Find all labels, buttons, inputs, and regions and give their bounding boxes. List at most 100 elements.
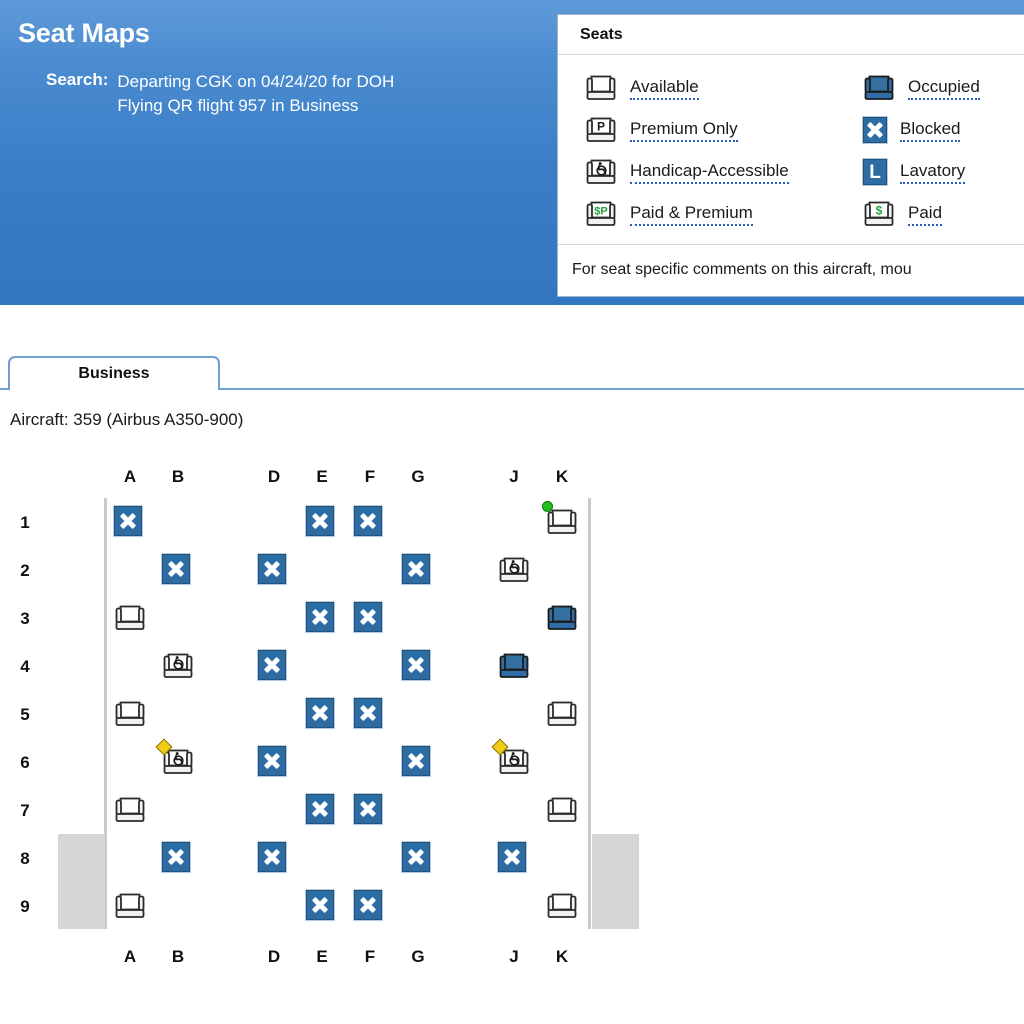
seat-9E[interactable]: [305, 889, 339, 923]
wing-block-right: [592, 834, 639, 929]
seat-occupied-icon: [862, 71, 896, 105]
tab-business[interactable]: Business: [8, 356, 220, 390]
wing-block-left: [58, 834, 105, 929]
seat-paid-and-premium-icon: $P: [584, 197, 618, 231]
seat-5F[interactable]: [353, 697, 387, 731]
seat-6B[interactable]: [155, 738, 195, 779]
seat-6G[interactable]: [401, 745, 435, 779]
seat-2D[interactable]: [257, 553, 291, 587]
seat-5K[interactable]: [545, 697, 579, 731]
seat-3F[interactable]: [353, 601, 387, 635]
seat-2J[interactable]: [497, 553, 531, 587]
x-mark-icon: [119, 512, 137, 530]
legend-body: Available P Premium Only Handicap-Accessibl…: [558, 55, 1024, 245]
seat-9A[interactable]: [113, 889, 147, 923]
legend-footer: For seat specific comments on this aircr…: [558, 245, 1024, 295]
seat-blocked-icon: [353, 697, 383, 729]
seat-blocked-icon: [353, 793, 383, 825]
legend-column-left: Available P Premium Only Handicap-Accessibl…: [584, 67, 789, 235]
seat-8B[interactable]: [161, 841, 195, 875]
seat-blocked-icon: [305, 697, 335, 729]
seat-legend-panel: Seats Available P Premium Only Handicap-Acc…: [557, 14, 1024, 297]
seat-8J[interactable]: [497, 841, 531, 875]
seat-blocked-icon: [161, 841, 191, 873]
seat-map-grid: A A B B D D E E F F G G J J K K 1 2 3 4 5 6 7 8 9: [0, 455, 700, 985]
seat-2B[interactable]: [161, 553, 195, 587]
cabin-wall-right: [588, 498, 591, 929]
seat-7E[interactable]: [305, 793, 339, 827]
x-mark-icon: [263, 848, 281, 866]
legend-item-paid-premium[interactable]: $P Paid & Premium: [584, 193, 789, 235]
seat-handicap-accessible-icon: [155, 738, 195, 779]
seat-blocked-icon: [257, 649, 287, 681]
seat-available-icon: [545, 793, 579, 827]
legend-item-label: Available: [630, 77, 699, 100]
seat-2G[interactable]: [401, 553, 435, 587]
seat-blocked-icon: [161, 553, 191, 585]
seat-8D[interactable]: [257, 841, 291, 875]
column-header-g: G: [411, 947, 425, 966]
legend-item-occupied[interactable]: Occupied: [862, 67, 980, 109]
seat-available-icon: [545, 697, 579, 731]
seat-occupied-icon: [497, 649, 531, 683]
seat-8G[interactable]: [401, 841, 435, 875]
column-header-b: B: [171, 467, 185, 486]
legend-item-label: Blocked: [900, 119, 961, 142]
x-mark-icon: [359, 512, 377, 530]
seat-1F[interactable]: [353, 505, 387, 539]
column-header-e: E: [316, 467, 328, 486]
seat-4B[interactable]: [161, 649, 195, 683]
column-header-g: G: [411, 467, 425, 486]
row-number-7: 7: [20, 801, 30, 820]
seat-9F[interactable]: [353, 889, 387, 923]
legend-item-available[interactable]: Available: [584, 67, 789, 109]
legend-item-handicap-accessible[interactable]: Handicap-Accessible: [584, 151, 789, 193]
seat-4D[interactable]: [257, 649, 291, 683]
column-header-a: A: [123, 947, 137, 966]
seat-occupied-icon: [545, 601, 579, 635]
column-header-b: B: [171, 947, 185, 966]
seat-blocked-icon: [113, 505, 143, 537]
seat-blocked-icon: [353, 889, 383, 921]
seat-available-icon: [113, 793, 147, 827]
x-mark-icon: [359, 704, 377, 722]
search-label: Search:: [46, 70, 109, 89]
x-mark-icon: [407, 560, 425, 578]
legend-item-label: Handicap-Accessible: [630, 161, 789, 184]
lavatory-letter: L: [869, 161, 881, 183]
legend-item-blocked[interactable]: Blocked: [862, 109, 980, 151]
seat-3A[interactable]: [113, 601, 147, 635]
seat-7F[interactable]: [353, 793, 387, 827]
seat-1K[interactable]: [542, 501, 579, 539]
seat-available-icon: [113, 889, 147, 923]
row-number-5: 5: [20, 705, 30, 724]
seat-1E[interactable]: [305, 505, 339, 539]
seat-4J[interactable]: [497, 649, 531, 683]
seat-4G[interactable]: [401, 649, 435, 683]
column-header-d: D: [267, 467, 281, 486]
x-mark-icon: [263, 656, 281, 674]
seat-5A[interactable]: [113, 697, 147, 731]
svg-text:$: $: [876, 204, 883, 218]
seat-available-icon: [542, 501, 579, 539]
seat-6D[interactable]: [257, 745, 291, 779]
seat-7K[interactable]: [545, 793, 579, 827]
legend-item-paid[interactable]: $ Paid: [862, 193, 980, 235]
legend-item-lavatory[interactable]: L Lavatory: [862, 151, 980, 193]
seat-6J[interactable]: [491, 738, 531, 779]
row-number-1: 1: [20, 513, 30, 532]
seat-7A[interactable]: [113, 793, 147, 827]
seat-3E[interactable]: [305, 601, 339, 635]
seat-3K[interactable]: [545, 601, 579, 635]
seat-9K[interactable]: [545, 889, 579, 923]
page-title: Seat Maps: [18, 18, 150, 48]
x-mark-icon: [866, 121, 884, 139]
legend-item-premium-only[interactable]: P Premium Only: [584, 109, 789, 151]
seat-paid-icon: $: [862, 197, 896, 231]
row-number-4: 4: [20, 657, 30, 676]
seat-blocked-icon: [257, 553, 287, 585]
seat-5E[interactable]: [305, 697, 339, 731]
legend-item-label: Paid: [908, 203, 943, 226]
x-mark-icon: [407, 752, 425, 770]
seat-1A[interactable]: [113, 505, 147, 539]
